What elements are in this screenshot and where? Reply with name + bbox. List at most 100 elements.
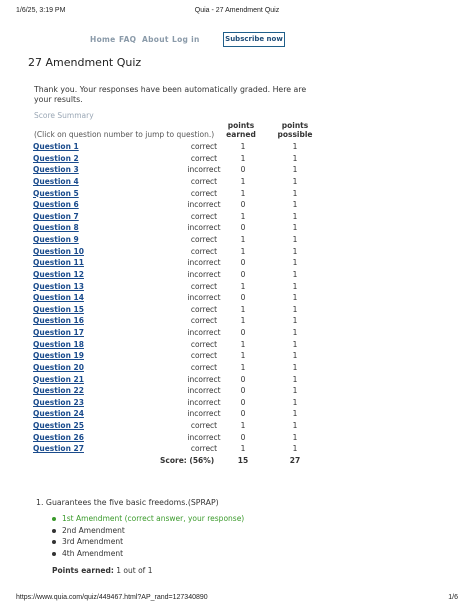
print-url: https://www.quia.com/quiz/449467.html?AP… — [16, 594, 208, 601]
table-row: Question 10 correct 1 1 — [33, 246, 313, 258]
question-points-earned: 0 — [240, 374, 246, 384]
question-link[interactable]: Question 14 — [33, 293, 84, 302]
question-points-possible: 1 — [292, 432, 298, 442]
table-row: Question 16 correct 1 1 — [33, 315, 313, 327]
points-possible-header: points possible — [275, 121, 315, 139]
question-points-earned: 1 — [240, 235, 246, 244]
question-link[interactable]: Question 10 — [33, 247, 84, 256]
page-title: 27 Amendment Quiz — [28, 56, 142, 69]
question-points-earned: 1 — [240, 316, 246, 326]
bullet-icon — [52, 551, 56, 556]
bullet-icon — [52, 517, 56, 521]
question-link[interactable]: Question 13 — [33, 282, 84, 291]
top-nav: Home FAQ About Log in Subscribe now — [0, 32, 474, 48]
score-total-row: Score: (56%) 15 27 — [33, 456, 313, 468]
question-link[interactable]: Question 21 — [33, 375, 84, 384]
answer-label: 2nd Amendment — [62, 525, 125, 535]
graded-message: Thank you. Your responses have been auto… — [34, 85, 307, 104]
question-points-earned: 1 — [240, 362, 246, 372]
question-link[interactable]: Question 11 — [33, 258, 84, 267]
answer-option: 4th Amendment — [52, 549, 412, 561]
nav-home-link[interactable]: Home — [90, 35, 116, 44]
points-possible-header-line2: possible — [277, 130, 313, 139]
question-link[interactable]: Question 17 — [33, 328, 84, 337]
question-points-earned: 1 — [240, 351, 246, 361]
table-row: Question 15 correct 1 1 — [33, 304, 313, 316]
question-link[interactable]: Question 2 — [33, 154, 79, 163]
score-table: Question 1 correct 1 1 Question 2 correct 1 1 Qu… — [33, 141, 313, 455]
bullet-icon — [52, 540, 56, 544]
subscribe-button[interactable]: Subscribe now — [223, 32, 285, 47]
question-link[interactable]: Question 16 — [33, 316, 84, 325]
points-earned-header: points earned — [226, 121, 256, 139]
question-link[interactable]: Question 12 — [33, 270, 84, 279]
points-earned-header-line1: points — [227, 121, 255, 130]
answer-label: 1st Amendment (correct answer, your resp… — [62, 514, 245, 523]
nav-about-link[interactable]: About — [142, 35, 169, 44]
question-points-earned: 0 — [240, 200, 246, 210]
question-link[interactable]: Question 25 — [33, 421, 84, 430]
print-footer: https://www.quia.com/quiz/449467.html?AP… — [0, 594, 474, 606]
question-points-earned: 1 — [240, 246, 246, 256]
question-link[interactable]: Question 23 — [33, 398, 84, 407]
question-points-possible: 1 — [292, 211, 298, 221]
nav-login-link[interactable]: Log in — [172, 35, 200, 44]
question-points-earned: 0 — [240, 165, 246, 175]
nav-faq-link[interactable]: FAQ — [119, 35, 136, 44]
question-points-earned: 0 — [240, 432, 246, 442]
question-link[interactable]: Question 7 — [33, 212, 79, 221]
question-link[interactable]: Question 4 — [33, 177, 79, 186]
table-row: Question 25 correct 1 1 — [33, 420, 313, 432]
question-link[interactable]: Question 6 — [33, 200, 79, 209]
question-points-earned: 1 — [240, 176, 246, 186]
question-1-text: 1. Guarantees the five basic freedoms.(S… — [36, 498, 219, 507]
question-link[interactable]: Question 27 — [33, 444, 84, 453]
question-points-possible: 1 — [292, 421, 298, 430]
table-row: Question 1 correct 1 1 — [33, 141, 313, 153]
points-earned-header-line2: earned — [226, 130, 256, 139]
points-earned: Points earned: 1 out of 1 — [52, 566, 152, 575]
question-link[interactable]: Question 15 — [33, 305, 84, 314]
question-points-possible: 1 — [292, 316, 298, 326]
question-points-earned: 1 — [240, 339, 246, 349]
question-link[interactable]: Question 19 — [33, 351, 84, 360]
question-link[interactable]: Question 22 — [33, 386, 84, 395]
table-row: Question 19 correct 1 1 — [33, 350, 313, 362]
question-points-earned: 0 — [240, 223, 246, 233]
question-link[interactable]: Question 3 — [33, 165, 79, 174]
question-points-earned: 0 — [240, 386, 246, 396]
table-row: Question 21 incorrect 0 1 — [33, 374, 313, 386]
table-row: Question 26 incorrect 0 1 — [33, 432, 313, 444]
answer-option: 1st Amendment (correct answer, your resp… — [52, 514, 412, 526]
bullet-icon — [52, 528, 56, 533]
question-points-possible: 1 — [292, 165, 298, 175]
question-points-earned: 1 — [240, 142, 246, 151]
question-points-possible: 1 — [292, 409, 298, 419]
question-points-possible: 1 — [292, 235, 298, 244]
table-row: Question 7 correct 1 1 — [33, 211, 313, 223]
score-summary-heading: Score Summary — [34, 111, 94, 120]
table-row: Question 13 correct 1 1 — [33, 281, 313, 293]
question-points-earned: 1 — [240, 304, 246, 314]
question-points-possible: 1 — [292, 444, 298, 454]
question-points-possible: 1 — [292, 293, 298, 303]
table-row: Question 3 incorrect 0 1 — [33, 164, 313, 176]
question-link[interactable]: Question 8 — [33, 223, 79, 232]
question-link[interactable]: Question 5 — [33, 189, 79, 198]
table-row: Question 18 correct 1 1 — [33, 339, 313, 351]
table-row: Question 11 incorrect 0 1 — [33, 257, 313, 269]
question-points-possible: 1 — [292, 328, 298, 337]
question-link[interactable]: Question 26 — [33, 433, 84, 442]
answer-list: 1st Amendment (correct answer, your resp… — [52, 514, 412, 560]
points-earned-label: Points earned: — [52, 566, 114, 575]
question-link[interactable]: Question 24 — [33, 409, 84, 418]
question-link[interactable]: Question 1 — [33, 142, 79, 151]
question-link[interactable]: Question 9 — [33, 235, 79, 244]
table-row: Question 24 incorrect 0 1 — [33, 408, 313, 420]
question-points-earned: 0 — [240, 409, 246, 419]
question-points-earned: 1 — [240, 444, 246, 454]
question-link[interactable]: Question 20 — [33, 363, 84, 372]
question-points-possible: 1 — [292, 188, 298, 198]
question-link[interactable]: Question 18 — [33, 340, 84, 349]
question-points-earned: 1 — [240, 188, 246, 198]
